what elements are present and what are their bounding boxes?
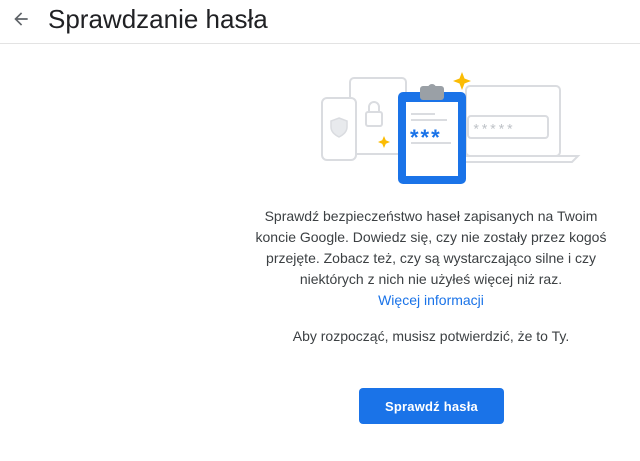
back-button[interactable] xyxy=(6,4,36,34)
learn-more-link[interactable]: Więcej informacji xyxy=(378,292,484,308)
masked-password-text: *** xyxy=(410,125,442,150)
password-dots-text: ***** xyxy=(472,123,514,139)
password-checkup-illustration: ***** *** xyxy=(321,72,581,184)
confirm-identity-text: Aby rozpocząć, musisz potwierdzić, że to… xyxy=(292,328,570,344)
phone-shield-icon xyxy=(321,97,357,161)
page-title: Sprawdzanie hasła xyxy=(48,4,268,34)
header-bar: Sprawdzanie hasła xyxy=(0,0,640,44)
description-text: Sprawdź bezpieczeństwo haseł zapisanych … xyxy=(255,208,607,287)
description-block: Sprawdź bezpieczeństwo haseł zapisanych … xyxy=(244,206,618,311)
check-passwords-button[interactable]: Sprawdź hasła xyxy=(359,388,504,424)
arrow-back-icon xyxy=(14,12,28,26)
